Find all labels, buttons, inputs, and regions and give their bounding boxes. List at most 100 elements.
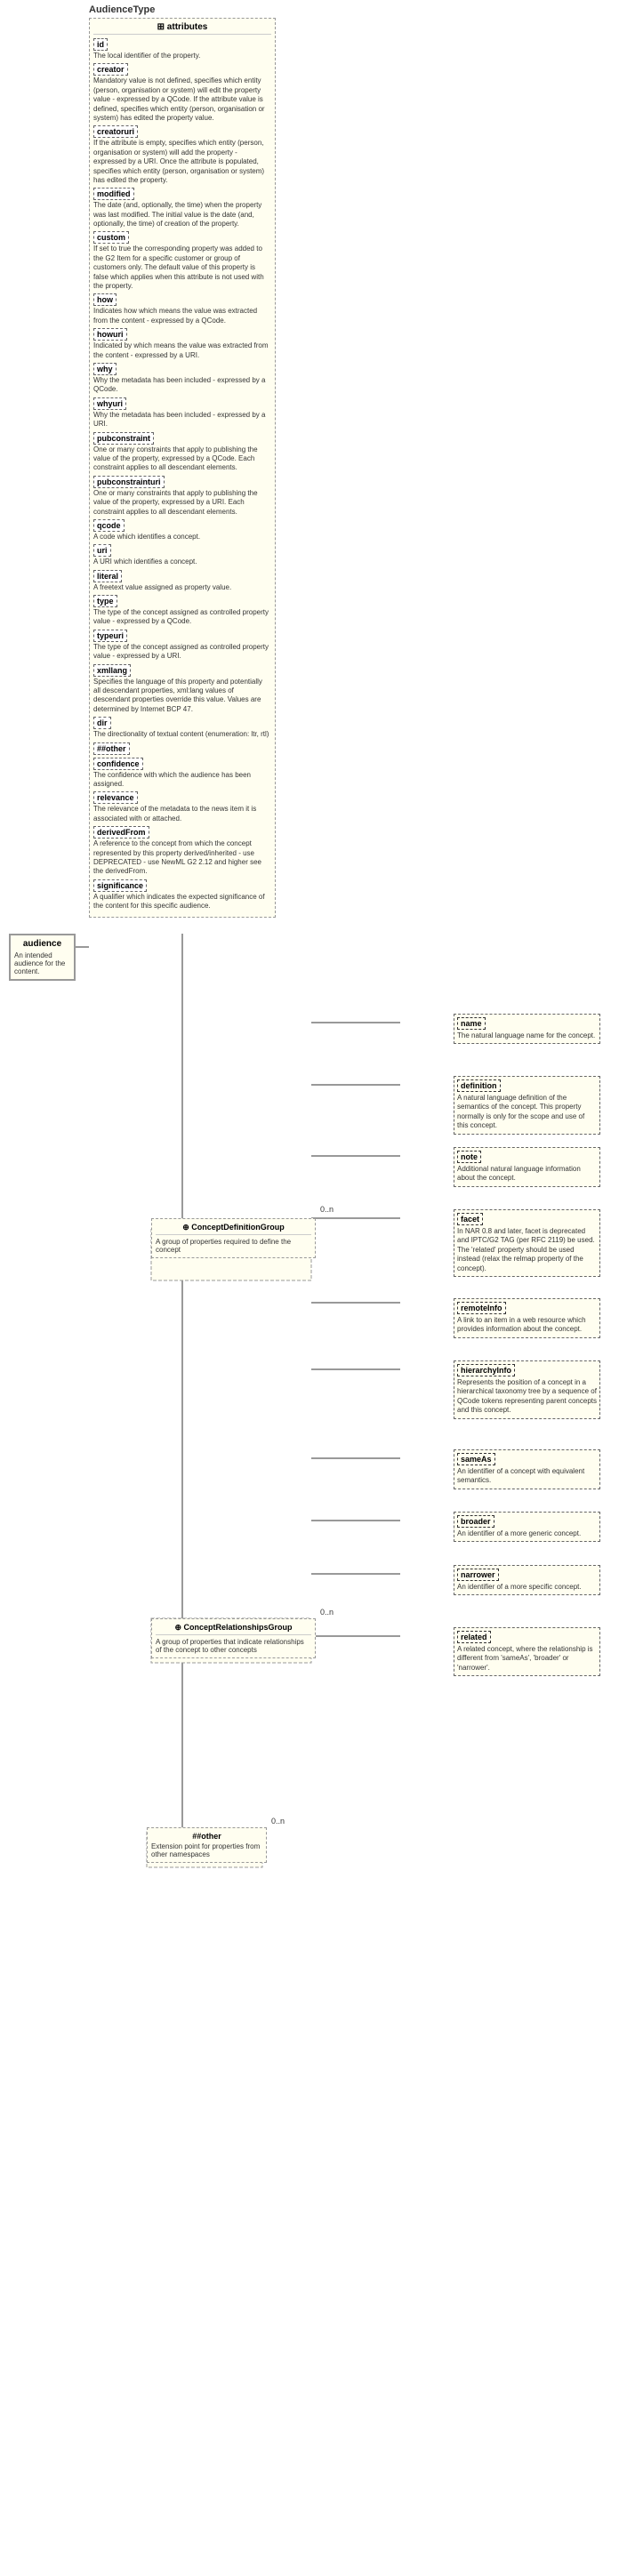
right-item-sameas-desc: An identifier of a concept with equivale… [457, 1467, 597, 1486]
attr-modified: modified The date (and, optionally, the … [93, 188, 271, 229]
ffother-desc: Extension point for properties from othe… [151, 1842, 262, 1858]
right-item-broader-desc: An identifier of a more generic concept. [457, 1529, 597, 1538]
attr-whyuri-name: whyuri [93, 397, 126, 410]
attr-literal: literal A freetext value assigned as pro… [93, 570, 271, 592]
ffother-box: ##other Extension point for properties f… [147, 1827, 267, 1863]
attr-why-desc: Why the metadata has been included - exp… [93, 376, 271, 395]
right-item-note-name: note [457, 1151, 481, 1163]
right-item-sameas: sameAsAn identifier of a concept with eq… [454, 1449, 600, 1489]
attr-type: type The type of the concept assigned as… [93, 595, 271, 627]
attr-creator: creator Mandatory value is not defined, … [93, 63, 271, 123]
attr-id-desc: The local identifier of the property. [93, 52, 271, 60]
right-item-facet: facetIn NAR 0.8 and later, facet is depr… [454, 1209, 600, 1277]
concept-rel-group-header: ⊕ ConceptRelationshipsGroup [156, 1623, 311, 1635]
attr-whyuri: whyuri Why the metadata has been include… [93, 397, 271, 429]
attr-uri: uri A URI which identifies a concept. [93, 544, 271, 566]
attr-why-name: why [93, 363, 117, 375]
attr-modified-desc: The date (and, optionally, the time) whe… [93, 201, 271, 229]
right-item-related-desc: A related concept, where the relationshi… [457, 1645, 597, 1673]
attr-significance-name: significance [93, 879, 147, 892]
attr-literal-name: literal [93, 570, 122, 582]
attr-other-name: ##other [93, 742, 130, 755]
attr-xmllang-desc: Specifies the language of this property … [93, 678, 271, 715]
audience-type-title: AudienceType [89, 4, 155, 15]
attr-creatoruri-name: creatoruri [93, 125, 138, 138]
attr-howuri-desc: Indicated by which means the value was e… [93, 341, 271, 360]
attr-derivedfrom-desc: A reference to the concept from which th… [93, 839, 271, 877]
right-item-definition-desc: A natural language definition of the sem… [457, 1094, 597, 1131]
concept-rel-group-box: ⊕ ConceptRelationshipsGroup A group of p… [151, 1618, 316, 1658]
attr-how: how Indicates how which means the value … [93, 293, 271, 325]
attr-dir-desc: The directionality of textual content (e… [93, 730, 271, 739]
ffother-header: ##other [151, 1832, 262, 1841]
attr-relevance: relevance The relevance of the metadata … [93, 791, 271, 823]
attr-confidence: confidence The confidence with which the… [93, 758, 271, 790]
attr-type-desc: The type of the concept assigned as cont… [93, 608, 271, 627]
attr-significance-desc: A qualifier which indicates the expected… [93, 893, 271, 911]
attr-whyuri-desc: Why the metadata has been included - exp… [93, 411, 271, 429]
attr-pubconstraint-desc: One or many constraints that apply to pu… [93, 445, 271, 473]
attr-confidence-desc: The confidence with which the audience h… [93, 771, 271, 790]
concept-rel-multiplicity: 0..n [320, 1608, 334, 1617]
audience-desc: An intended audience for the content. [14, 951, 70, 975]
attr-creator-desc: Mandatory value is not defined, specifie… [93, 76, 271, 123]
ffother-multiplicity: 0..n [271, 1817, 285, 1826]
diagram-container: AudienceType ⊞ attributes id The local i… [0, 0, 627, 2576]
attr-qcode-desc: A code which identifies a concept. [93, 533, 271, 542]
attr-how-desc: Indicates how which means the value was … [93, 307, 271, 325]
attr-uri-desc: A URI which identifies a concept. [93, 558, 271, 566]
right-item-hierarchyinfo-desc: Represents the position of a concept in … [457, 1378, 597, 1416]
right-item-note-desc: Additional natural language information … [457, 1165, 597, 1184]
concept-def-group-desc: A group of properties required to define… [156, 1238, 311, 1254]
audience-label: audience [14, 939, 70, 949]
right-item-narrower-name: narrower [457, 1569, 499, 1581]
attr-significance: significance A qualifier which indicates… [93, 879, 271, 911]
attr-pubconstraint: pubconstraint One or many constraints th… [93, 432, 271, 473]
attr-dir-name: dir [93, 717, 111, 729]
concept-def-group-box: ⊕ ConceptDefinitionGroup A group of prop… [151, 1218, 316, 1258]
right-item-remoteinfo: remoteInfo A link to an item in a web res… [454, 1298, 600, 1338]
right-item-note: note Additional natural language informat… [454, 1147, 600, 1187]
attr-derivedfrom: derivedFrom A reference to the concept f… [93, 826, 271, 877]
attr-literal-desc: A freetext value assigned as property va… [93, 583, 271, 592]
attr-typeuri: typeuri The type of the concept assigned… [93, 630, 271, 662]
right-item-facet-name: facet [457, 1213, 483, 1225]
right-item-definition-name: definition [457, 1079, 501, 1092]
right-item-narrower-desc: An identifier of a more specific concept… [457, 1583, 597, 1592]
attr-modified-name: modified [93, 188, 134, 200]
attr-creator-name: creator [93, 63, 128, 76]
attr-pubconstrainturi-desc: One or many constraints that apply to pu… [93, 489, 271, 517]
attr-typeuri-name: typeuri [93, 630, 127, 642]
right-item-remoteinfo-name: remoteInfo [457, 1302, 506, 1314]
right-item-hierarchyinfo: hierarchyInfo Represents the position of … [454, 1360, 600, 1419]
audience-box: audience An intended audience for the co… [9, 934, 76, 981]
right-item-related-name: related [457, 1631, 491, 1643]
right-item-name: nameThe natural language name for the co… [454, 1014, 600, 1044]
right-item-name-name: name [457, 1017, 486, 1030]
attr-custom: custom If set to true the corresponding … [93, 231, 271, 291]
right-item-name-desc: The natural language name for the concep… [457, 1031, 597, 1040]
attr-creatoruri: creatoruri If the attribute is empty, sp… [93, 125, 271, 185]
attr-other: ##other [93, 742, 271, 755]
attr-why: why Why the metadata has been included -… [93, 363, 271, 395]
attr-howuri-name: howuri [93, 328, 127, 341]
attr-qcode: qcode A code which identifies a concept. [93, 519, 271, 542]
right-item-broader: broaderAn identifier of a more generic c… [454, 1512, 600, 1542]
attr-howuri: howuri Indicated by which means the valu… [93, 328, 271, 360]
attr-creatoruri-desc: If the attribute is empty, specifies whi… [93, 139, 271, 185]
right-item-remoteinfo-desc: A link to an item in a web resource whic… [457, 1316, 597, 1335]
attr-relevance-name: relevance [93, 791, 138, 804]
attr-qcode-name: qcode [93, 519, 125, 532]
attr-type-name: type [93, 595, 117, 607]
concept-rel-group-desc: A group of properties that indicate rela… [156, 1638, 311, 1654]
attr-id: id The local identifier of the property. [93, 38, 271, 60]
attr-how-name: how [93, 293, 117, 306]
concept-def-group-header: ⊕ ConceptDefinitionGroup [156, 1223, 311, 1235]
attr-uri-name: uri [93, 544, 111, 557]
attr-pubconstraint-name: pubconstraint [93, 432, 154, 445]
concept-def-multiplicity: 0..n [320, 1205, 334, 1214]
attr-custom-desc: If set to true the corresponding propert… [93, 245, 271, 291]
right-item-hierarchyinfo-name: hierarchyInfo [457, 1364, 515, 1376]
right-item-broader-name: broader [457, 1515, 494, 1528]
attr-confidence-name: confidence [93, 758, 143, 770]
